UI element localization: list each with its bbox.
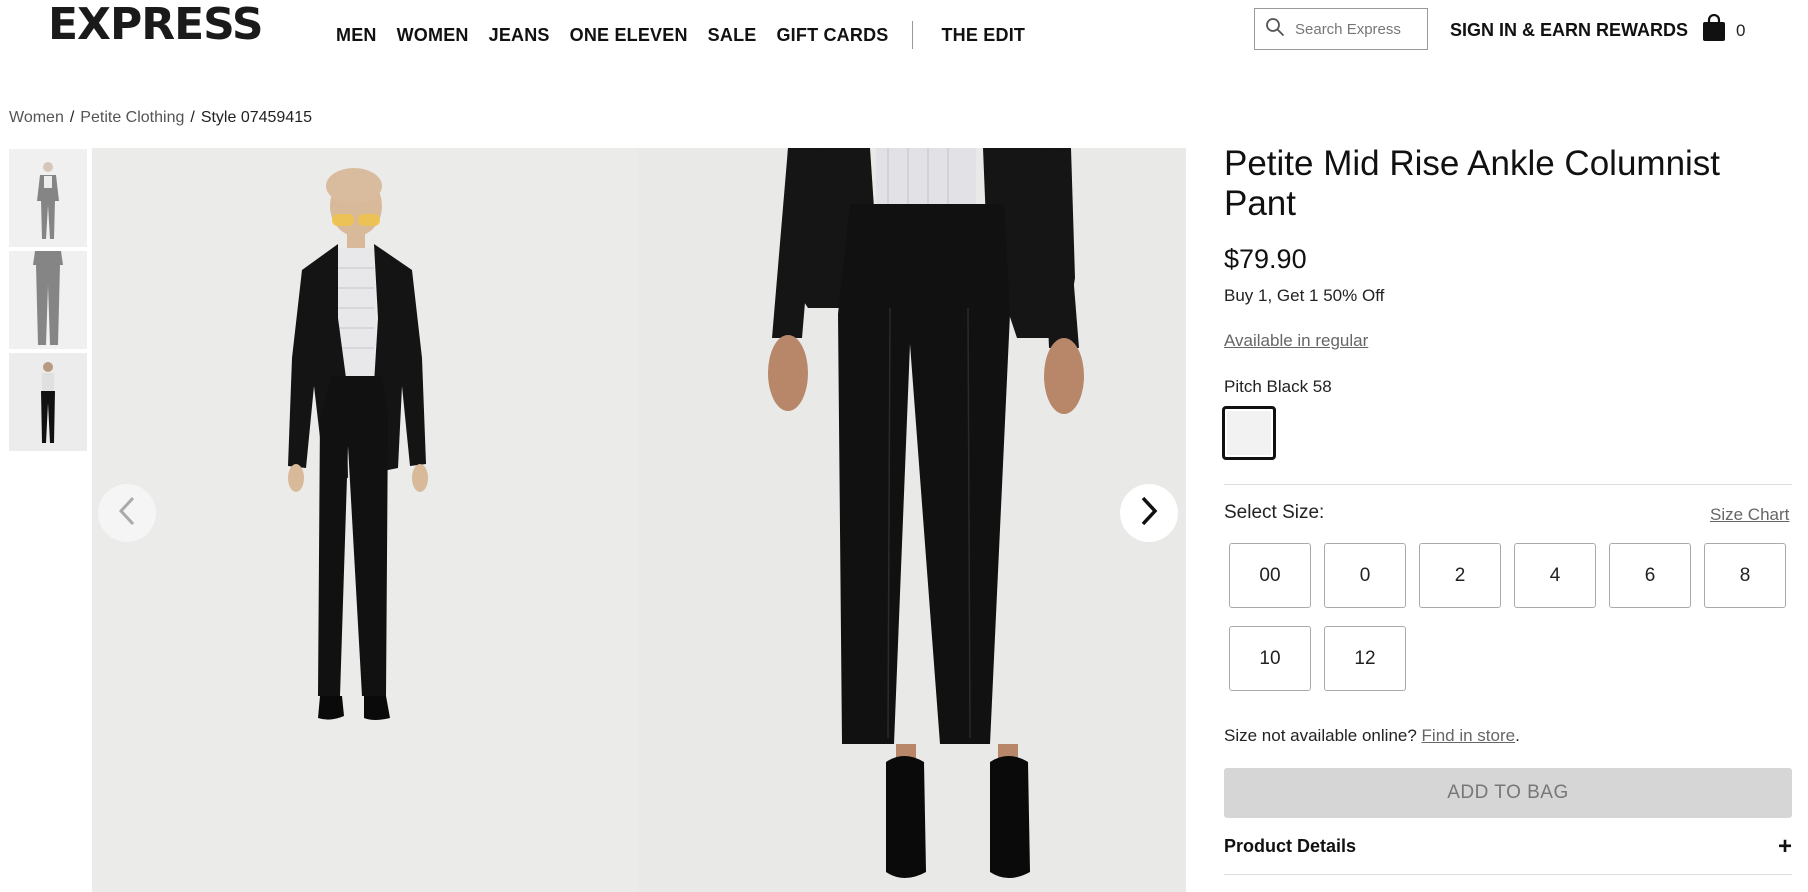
breadcrumb-petite-clothing[interactable]: Petite Clothing: [80, 109, 184, 126]
color-name: Pitch Black 58: [1224, 377, 1332, 396]
search-icon[interactable]: [1265, 17, 1285, 42]
color-swatch-pitch-black[interactable]: [1222, 406, 1276, 460]
add-to-bag-button[interactable]: ADD TO BAG: [1224, 768, 1792, 818]
nav-men[interactable]: MEN: [336, 25, 377, 46]
nav-divider: [912, 21, 914, 49]
next-image-button[interactable]: [1120, 484, 1178, 542]
thumbnail-3[interactable]: [9, 353, 87, 451]
breadcrumb-separator: /: [69, 109, 75, 126]
thumbnail-1[interactable]: [9, 149, 87, 247]
product-price: $79.90: [1224, 244, 1307, 274]
chevron-left-icon: [117, 495, 137, 532]
find-in-store-link[interactable]: Find in store: [1422, 726, 1516, 745]
previous-image-button[interactable]: [98, 484, 156, 542]
divider: [1224, 874, 1792, 875]
plus-icon[interactable]: +: [1778, 834, 1792, 858]
product-details-label: Product Details: [1224, 836, 1357, 856]
size-option-4[interactable]: 4: [1514, 543, 1596, 608]
shopping-bag[interactable]: 0: [1702, 13, 1746, 47]
product-image-front: [92, 148, 638, 892]
breadcrumb-separator: /: [190, 109, 195, 126]
product-image-detail: [638, 148, 1186, 892]
breadcrumb-women[interactable]: Women: [9, 109, 64, 126]
promo-text: Buy 1, Get 1 50% Off: [1224, 286, 1385, 305]
thumbnail-2[interactable]: [9, 251, 87, 349]
express-logo[interactable]: EXPRESS: [48, 0, 264, 50]
breadcrumb: Women / Petite Clothing / Style 07459415: [9, 109, 312, 127]
size-option-8[interactable]: 8: [1704, 543, 1786, 608]
size-option-12[interactable]: 12: [1324, 626, 1406, 691]
nav-one-eleven[interactable]: ONE ELEVEN: [570, 25, 688, 46]
period: .: [1515, 726, 1520, 745]
swatch-image: [1227, 411, 1271, 455]
size-option-10[interactable]: 10: [1229, 626, 1311, 691]
nav-the-edit[interactable]: THE EDIT: [941, 25, 1025, 46]
divider: [1224, 484, 1792, 485]
size-option-6[interactable]: 6: [1609, 543, 1691, 608]
nav-sale[interactable]: SALE: [708, 25, 757, 46]
select-size-label: Select Size:: [1224, 502, 1325, 523]
breadcrumb-current: Style 07459415: [200, 109, 313, 126]
size-option-0[interactable]: 0: [1324, 543, 1406, 608]
size-chart-link[interactable]: Size Chart: [1710, 505, 1789, 525]
size-not-available: Size not available online? Find in store…: [1224, 726, 1520, 746]
nav-women[interactable]: WOMEN: [397, 25, 469, 46]
main-nav: MEN WOMEN JEANS ONE ELEVEN SALE GIFT CAR…: [336, 21, 1045, 49]
search-input[interactable]: [1293, 19, 1427, 39]
nav-gift-cards[interactable]: GIFT CARDS: [776, 25, 888, 46]
size-option-00[interactable]: 00: [1229, 543, 1311, 608]
available-in-regular-link[interactable]: Available in regular: [1224, 331, 1368, 351]
bag-count: 0: [1736, 20, 1746, 40]
chevron-right-icon: [1139, 495, 1159, 532]
sign-in-link[interactable]: SIGN IN & EARN REWARDS: [1450, 20, 1688, 41]
size-option-2[interactable]: 2: [1419, 543, 1501, 608]
product-title: Petite Mid Rise Ankle Columnist Pant: [1224, 144, 1721, 223]
nav-jeans[interactable]: JEANS: [489, 25, 550, 46]
size-not-available-text: Size not available online?: [1224, 726, 1417, 745]
shopping-bag-icon[interactable]: [1702, 13, 1726, 47]
search-box[interactable]: [1254, 8, 1428, 50]
product-details-accordion[interactable]: Product Details +: [1224, 834, 1792, 858]
